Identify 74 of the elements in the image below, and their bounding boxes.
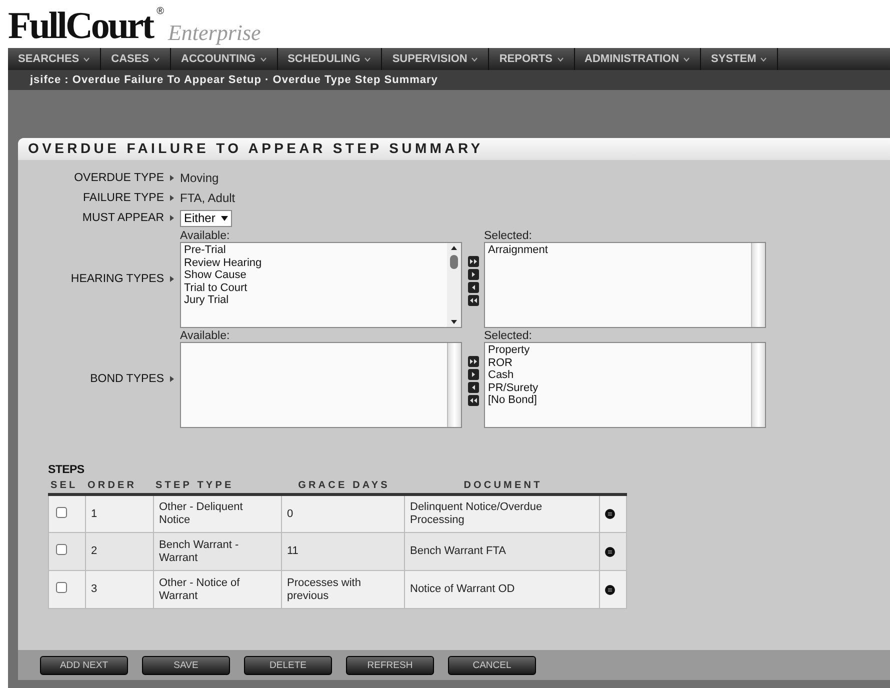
field-value: Moving	[180, 171, 219, 185]
selected-list[interactable]: Arraignment	[484, 242, 766, 328]
available-list[interactable]	[180, 342, 462, 428]
lookup-icon[interactable]	[605, 584, 615, 594]
dropdown-icon	[221, 216, 228, 220]
chevron-icon	[83, 56, 90, 62]
product-name: Enterprise	[168, 20, 261, 46]
field-label: OVERDUE TYPE	[73, 172, 165, 184]
move-button[interactable]	[468, 369, 478, 380]
list-item[interactable]: Show Cause	[184, 269, 444, 282]
list-item[interactable]: Trial to Court	[184, 282, 444, 294]
list-item[interactable]: Pre-Trial	[184, 244, 444, 256]
chevron-icon	[471, 56, 478, 62]
field-label: BOND TYPES	[89, 373, 165, 385]
move-button[interactable]	[468, 382, 478, 393]
list-item[interactable]: Cash	[488, 369, 748, 382]
move-button[interactable]	[468, 269, 478, 280]
action-button[interactable]: SAVE	[142, 656, 230, 674]
pointer-icon	[170, 215, 174, 221]
list-item[interactable]: ROR	[488, 356, 748, 369]
table-cell: Notice of Warrant OD	[404, 570, 600, 608]
list-label: Selected:	[484, 230, 533, 242]
list-item[interactable]: Jury Trial	[184, 294, 444, 306]
page-breadcrumb: jsifce : Overdue Failure To Appear Setup · Overdue Type Step Summary	[8, 70, 890, 90]
pointer-icon	[170, 195, 174, 201]
panel-title: OVERDUE FAILURE TO APPEAR STEP SUMMARY	[18, 138, 890, 160]
action-button[interactable]: REFRESH	[346, 656, 434, 674]
move-button[interactable]	[468, 356, 478, 367]
action-button[interactable]: DELETE	[244, 656, 332, 674]
row-checkbox[interactable]	[56, 544, 67, 555]
row-checkbox[interactable]	[56, 582, 67, 593]
list-label: Available:	[180, 230, 231, 242]
list-item[interactable]: Property	[488, 344, 748, 356]
scrollbar[interactable]	[751, 243, 765, 327]
chevron-icon	[260, 56, 267, 62]
lookup-icon[interactable]	[605, 509, 615, 519]
table-cell: 3	[86, 570, 154, 608]
brand-logo: FullCourt	[8, 6, 153, 46]
move-button[interactable]	[468, 282, 478, 293]
row-checkbox[interactable]	[56, 506, 67, 518]
field-label: HEARING TYPES	[70, 273, 165, 285]
list-item[interactable]: [No Bond]	[488, 394, 748, 406]
list-label: Available:	[180, 330, 231, 342]
table-cell: Processes with previous	[282, 570, 404, 608]
move-button[interactable]	[468, 295, 478, 306]
available-list[interactable]: Pre-Trial Review Hearing Show Cause Trial to Court Jury Trial	[180, 242, 462, 328]
lookup-icon[interactable]	[605, 546, 615, 556]
list-label: Selected:	[484, 330, 533, 342]
list-item[interactable]: Arraignment	[488, 244, 748, 256]
move-button[interactable]	[468, 256, 478, 267]
table-cell: Other - Notice of Warrant	[154, 570, 282, 608]
field-label: FAILURE TYPE	[82, 192, 165, 204]
section-label: STEPS	[48, 464, 86, 476]
field-label: MUST APPEAR	[81, 212, 165, 224]
chevron-icon	[683, 56, 690, 62]
registered-mark: ®	[156, 6, 164, 17]
scrollbar[interactable]	[447, 343, 461, 427]
list-item[interactable]: Review Hearing	[184, 256, 444, 269]
selected-list[interactable]: Property ROR Cash PR/Surety [No Bond]	[484, 342, 766, 428]
scrollbar[interactable]	[447, 243, 461, 327]
pointer-icon	[170, 376, 174, 382]
chevron-icon	[153, 56, 160, 62]
list-item[interactable]: PR/Surety	[488, 382, 748, 394]
scrollbar[interactable]	[751, 343, 765, 427]
pointer-icon	[170, 175, 174, 181]
action-button[interactable]: CANCEL	[448, 656, 536, 674]
move-button[interactable]	[468, 395, 478, 406]
chevron-icon	[364, 56, 372, 62]
chevron-icon	[556, 56, 564, 62]
chevron-icon	[760, 56, 768, 62]
field-value: FTA, Adult	[180, 191, 236, 205]
select-field[interactable]: Either	[180, 210, 232, 226]
action-button[interactable]: ADD NEXT	[40, 656, 128, 674]
pointer-icon	[170, 276, 174, 282]
